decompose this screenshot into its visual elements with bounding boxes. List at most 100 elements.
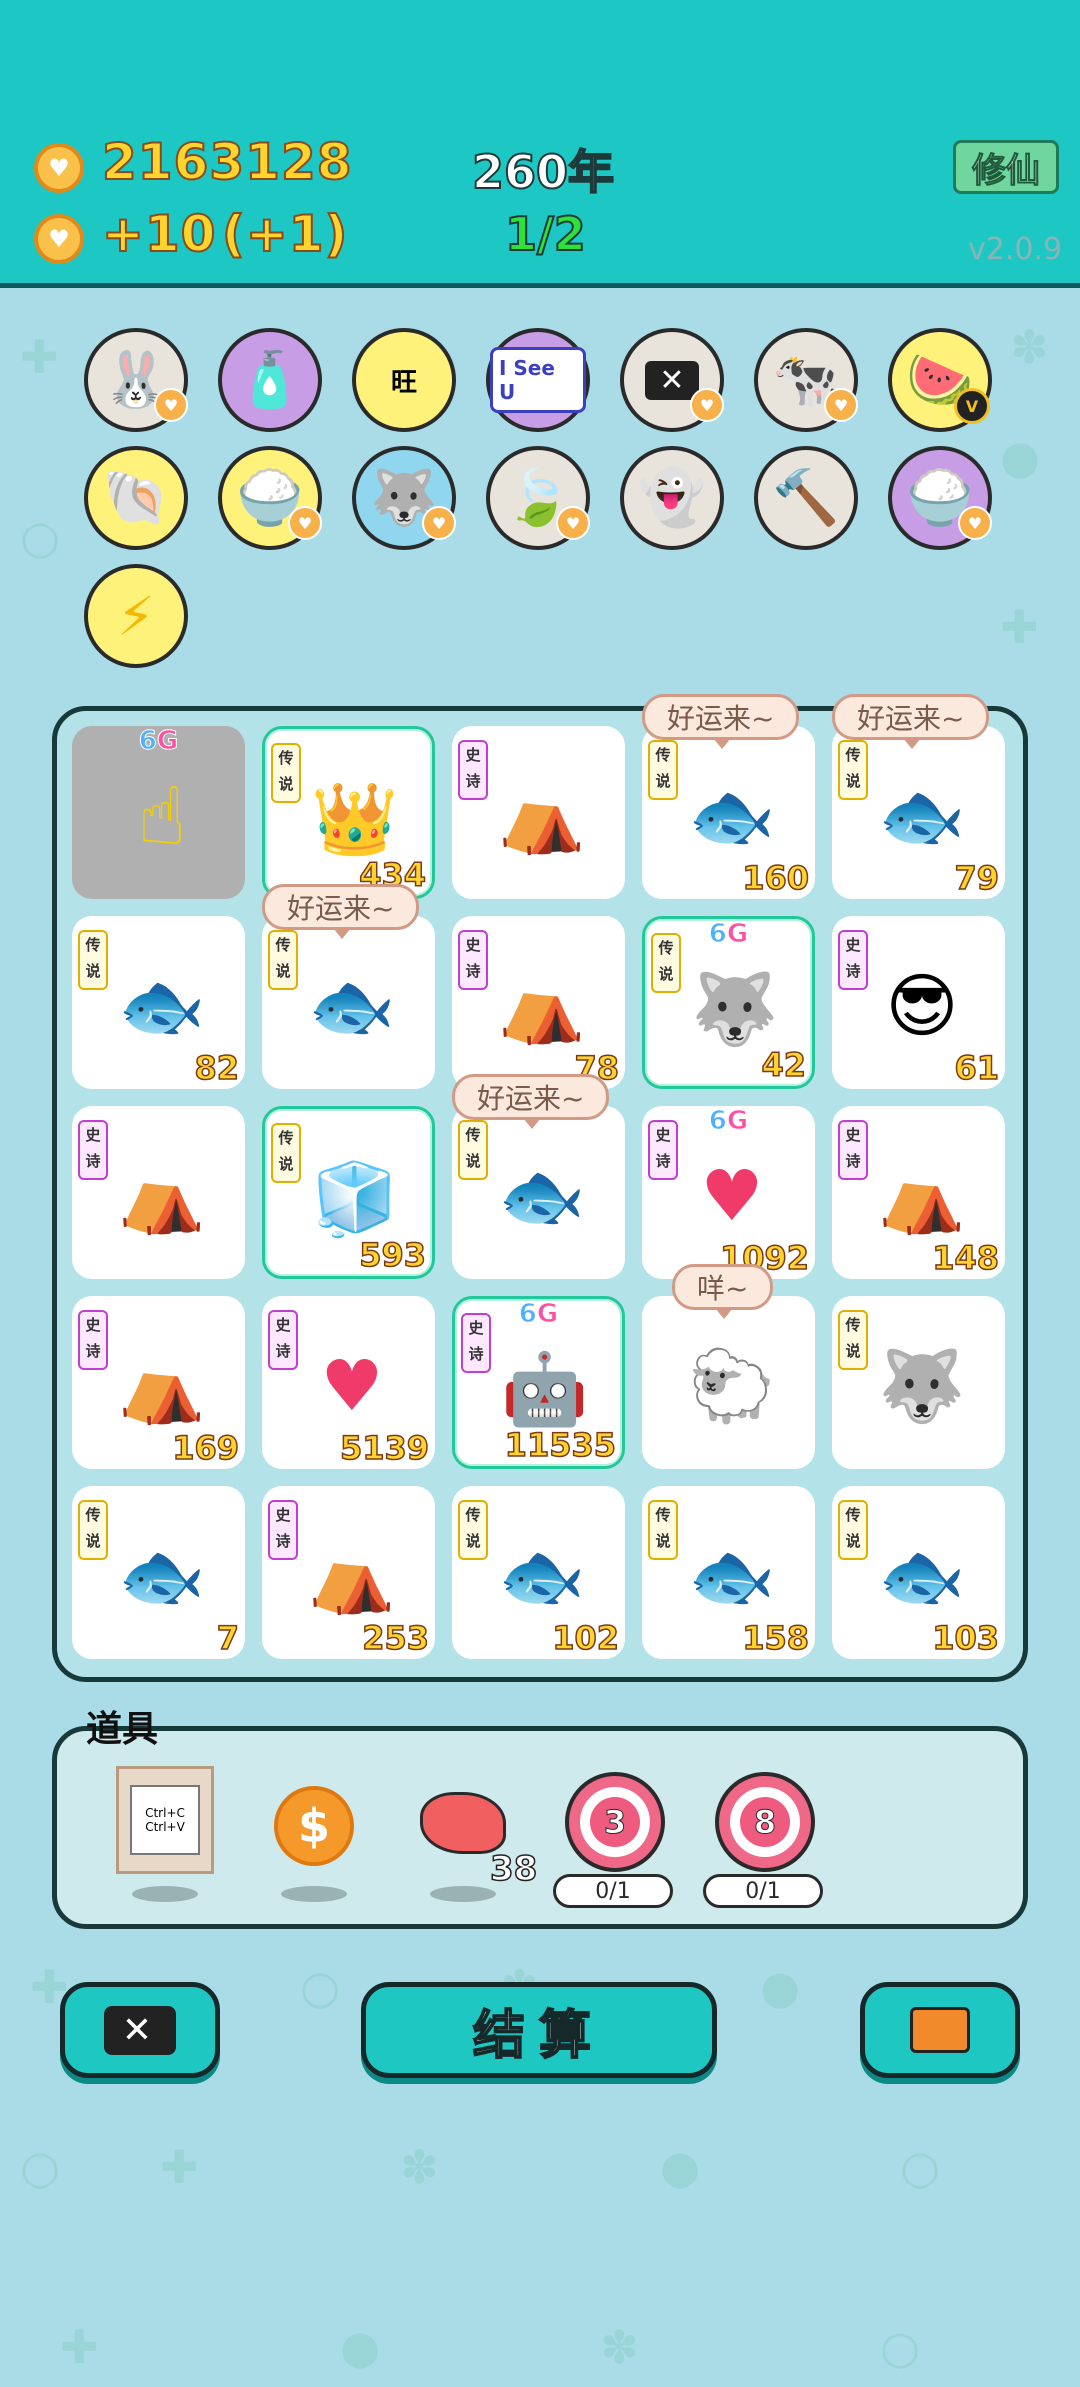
copy-paste-prop[interactable]: Ctrl+C Ctrl+V (116, 1766, 214, 1874)
coin-icon: ♥ (34, 143, 84, 193)
board-cell[interactable]: 传说 🐟 79 (832, 726, 1005, 899)
board-cell[interactable]: 史诗 ♥ 5139 (262, 1296, 435, 1469)
ghost-icon: 👻 (638, 466, 706, 529)
heart-badge-icon: ♥ (288, 506, 322, 540)
inventory-delete[interactable]: ✕ ♥ (620, 328, 724, 432)
rabbit-house-icon: ⛺ (878, 1154, 966, 1237)
inventory-spray-bottle[interactable]: 🧴 (218, 328, 322, 432)
inventory-rabbit[interactable]: 🐰 ♥ (84, 328, 188, 432)
board-cell[interactable]: 史诗 ⛺ (72, 1106, 245, 1279)
inventory-shell[interactable]: 🐚 (84, 446, 188, 550)
delete-icon: ✕ (103, 2005, 177, 2055)
inventory-rice-purple[interactable]: 🍚 ♥ (888, 446, 992, 550)
inventory-wang[interactable]: 旺 (352, 328, 456, 432)
legend-tag: 传说 (648, 740, 678, 800)
year-counter: 260年 (471, 144, 615, 200)
bg-decoration: ✽ (400, 2140, 439, 2194)
board-cell[interactable]: 🐑 (642, 1296, 815, 1469)
target-prop-3[interactable]: 3 (565, 1772, 665, 1872)
board-cell[interactable]: 传说 👑 434 (262, 726, 435, 899)
inventory-lightning[interactable]: ⚡ (84, 564, 188, 668)
cell-value: 7 (216, 1618, 240, 1658)
board-cell[interactable]: 史诗 ⛺ 148 (832, 1106, 1005, 1279)
koi-fish-icon: 🐟 (878, 774, 966, 857)
cell-value: 82 (194, 1048, 240, 1088)
koi-fish-icon: 🐟 (498, 1154, 586, 1237)
board-cell[interactable]: 传说 🐟 (262, 916, 435, 1089)
cursor-hand-icon: ☝ (137, 769, 187, 863)
round-counter: 1/2 (504, 206, 587, 262)
rabbit-house-icon: ⛺ (118, 1154, 206, 1237)
legend-tag: 传说 (838, 1310, 868, 1370)
settle-button[interactable]: 结算 (361, 1982, 717, 2078)
delete-button[interactable]: ✕ (60, 1982, 220, 2078)
bg-decoration: ● (1000, 430, 1041, 484)
delete-icon: ✕ (645, 360, 699, 400)
board-cell[interactable]: 6G 史诗 ♥ 1092 (642, 1106, 815, 1279)
board-cell[interactable]: 传说 🐟 103 (832, 1486, 1005, 1659)
board-cell[interactable]: 6G 传说 🐺 42 (642, 916, 815, 1089)
heart-badge-icon: ♥ (958, 506, 992, 540)
liver-prop[interactable] (420, 1792, 506, 1854)
board-cell[interactable]: 传说 🧊 593 (262, 1106, 435, 1279)
briefcase-button[interactable] (860, 1982, 1020, 2078)
luck-speech-bubble: 好运来~ (262, 884, 420, 939)
luck-speech-bubble: 好运来~ (832, 694, 990, 749)
inventory-husky[interactable]: 🐺 ♥ (352, 446, 456, 550)
legend-tag: 传说 (271, 743, 301, 803)
sheep-speech-bubble: 咩~ (672, 1264, 774, 1319)
cell-value: 593 (358, 1235, 426, 1275)
epic-tag: 史诗 (838, 930, 868, 990)
board-cell[interactable]: 传说 🐟 82 (72, 916, 245, 1089)
inventory-fruit[interactable]: 🍉 V (888, 328, 992, 432)
target-prop-8[interactable]: 8 (715, 1772, 815, 1872)
board-cell[interactable]: 传说 🐟 7 (72, 1486, 245, 1659)
legend-tag: 传说 (651, 933, 681, 993)
board-cell[interactable]: 传说 🐟 158 (642, 1486, 815, 1659)
board-cell[interactable]: 史诗 ⛺ 169 (72, 1296, 245, 1469)
board-cell[interactable]: 6G 史诗 🤖 11535 (452, 1296, 625, 1469)
board-cell[interactable]: 史诗 😎 61 (832, 916, 1005, 1089)
bg-decoration: ○ (20, 510, 61, 564)
board-cell[interactable]: 传说 🐟 102 (452, 1486, 625, 1659)
heart-badge-icon: ♥ (556, 506, 590, 540)
bg-decoration: ✚ (20, 330, 59, 384)
board-cell[interactable]: 史诗 ⛺ 253 (262, 1486, 435, 1659)
cell-value: 148 (931, 1238, 999, 1278)
copy-paste-icon: Ctrl+C Ctrl+V (130, 1785, 200, 1855)
inventory-leaf[interactable]: 🍃 ♥ (486, 446, 590, 550)
income-value: +10 (101, 204, 217, 264)
koi-fish-icon: 🐟 (688, 1534, 776, 1617)
prop-shadow (430, 1886, 496, 1902)
inventory-rice[interactable]: 🍚 ♥ (218, 446, 322, 550)
epic-tag: 史诗 (838, 1120, 868, 1180)
props-title: 道具 (86, 1709, 159, 1750)
luck-speech-bubble: 好运来~ (452, 1074, 610, 1129)
inventory-hammer[interactable]: 🔨 (754, 446, 858, 550)
inventory-ghost[interactable]: 👻 (620, 446, 724, 550)
coin-prop[interactable]: $ (274, 1786, 354, 1866)
inventory-cows[interactable]: 🐄 ♥ (754, 328, 858, 432)
inventory-i-see-u[interactable]: I See U (486, 328, 590, 432)
coin-total: 2163128 (101, 132, 353, 192)
legend-tag: 传说 (648, 1500, 678, 1560)
hearts-icon: ♥ (700, 1155, 764, 1237)
board-cell[interactable]: 史诗 ⛺ 78 (452, 916, 625, 1089)
legend-tag: 传说 (78, 930, 108, 990)
bg-decoration: ✚ (1000, 600, 1039, 654)
epic-tag: 史诗 (458, 930, 488, 990)
heart-king-icon: ♥ (320, 1345, 384, 1427)
board-cell[interactable]: 史诗 ⛺ (452, 726, 625, 899)
income-bonus: (+1) (221, 204, 349, 264)
lightning-icon: ⚡ (117, 584, 155, 648)
board-cell[interactable]: 传说 🐟 160 (642, 726, 815, 899)
cultivate-button[interactable]: 修仙 (953, 140, 1059, 194)
cell-value: 102 (551, 1618, 619, 1658)
board-cell[interactable]: 传说 🐺 (832, 1296, 1005, 1469)
liver-quantity: 38 (489, 1848, 538, 1890)
board-cell[interactable]: 6G ☝ (72, 726, 245, 899)
board-cell[interactable]: 传说 🐟 (452, 1106, 625, 1279)
bg-decoration: ✽ (600, 2320, 639, 2374)
fridge-icon: 🧊 (311, 1157, 399, 1240)
briefcase-icon (910, 2007, 970, 2053)
